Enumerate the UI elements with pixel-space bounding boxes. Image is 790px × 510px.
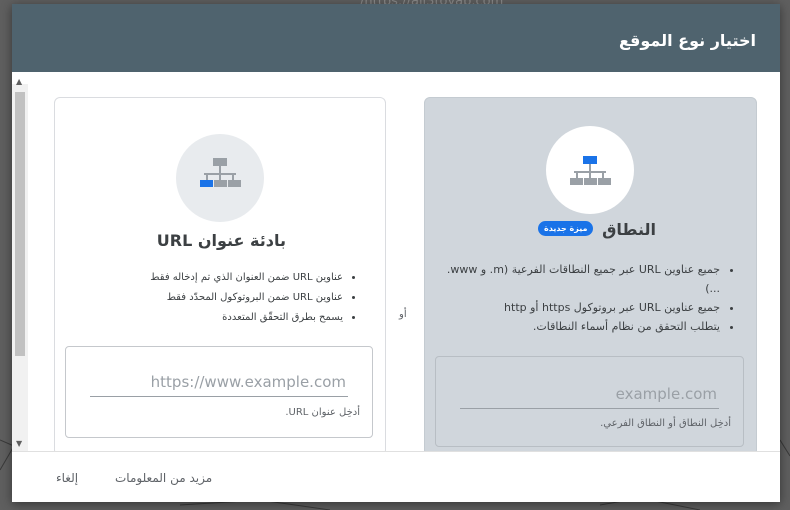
url-prefix-input[interactable] <box>90 371 348 397</box>
url-prefix-feature-list: عناوين URL ضمن العنوان الذي تم إدخاله فق… <box>55 268 365 328</box>
scroll-up-arrow-icon[interactable]: ▲ <box>16 77 22 86</box>
list-item: جميع عناوين URL عبر جميع النطاقات الفرعي… <box>437 260 720 298</box>
url-prefix-option-card[interactable]: بادئة عنوان URL عناوين URL ضمن العنوان ا… <box>54 97 386 456</box>
dialog-title: اختيار نوع الموقع <box>618 31 756 50</box>
url-prefix-icon-circle <box>176 134 264 222</box>
list-item: جميع عناوين URL عبر بروتوكول https أو ht… <box>437 298 720 317</box>
url-prefix-input-box: أدخِل عنوان URL. <box>65 346 373 438</box>
scrollbar-thumb[interactable] <box>15 92 25 356</box>
cancel-button[interactable]: إلغاء <box>56 471 78 485</box>
domain-input-hint: أدخِل النطاق أو النطاق الفرعي. <box>600 418 731 429</box>
domain-card-title: النطاق <box>602 220 656 239</box>
list-item: يسمح بطرق التحقّق المتعددة <box>55 308 343 328</box>
scroll-down-arrow-icon[interactable]: ▼ <box>16 439 22 448</box>
new-feature-badge: ميزة جديدة <box>538 221 594 236</box>
dialog-header: اختيار نوع الموقع <box>12 4 780 72</box>
sitemap-icon <box>200 158 241 187</box>
sitemap-icon <box>570 156 611 185</box>
domain-icon-circle <box>546 126 634 214</box>
or-separator: أو <box>399 309 407 320</box>
url-prefix-input-hint: أدخِل عنوان URL. <box>285 407 360 418</box>
list-item: يتطلب التحقق من نظام أسماء النطاقات. <box>437 317 720 336</box>
dialog-footer: مزيد من المعلومات إلغاء <box>12 451 780 502</box>
domain-input-box: أدخِل النطاق أو النطاق الفرعي. <box>435 356 744 447</box>
url-prefix-card-title: بادئة عنوان URL <box>156 231 286 250</box>
domain-input[interactable] <box>460 383 719 409</box>
domain-option-card[interactable]: النطاق ميزة جديدة جميع عناوين URL عبر جم… <box>424 97 757 456</box>
list-item: عناوين URL ضمن العنوان الذي تم إدخاله فق… <box>55 268 343 288</box>
more-info-button[interactable]: مزيد من المعلومات <box>115 471 212 485</box>
domain-feature-list: جميع عناوين URL عبر جميع النطاقات الفرعي… <box>437 260 742 336</box>
list-item: عناوين URL ضمن البروتوكول المحدّد فقط <box>55 288 343 308</box>
scrollbar[interactable]: ▲ ▼ <box>12 77 28 454</box>
site-type-dialog: اختيار نوع الموقع ▲ ▼ النطاق ميزة جديدة … <box>12 4 780 502</box>
